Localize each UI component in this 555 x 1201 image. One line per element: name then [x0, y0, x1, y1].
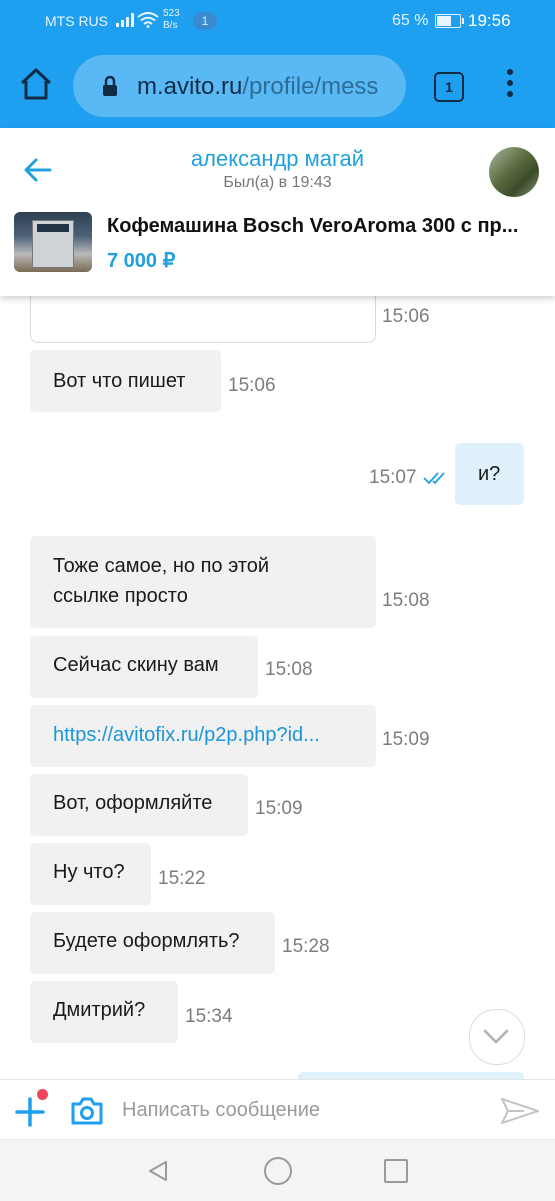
double-check-icon [423, 472, 445, 485]
message-time: 15:06 [382, 306, 430, 327]
browser-toolbar: m.avito.ru/profile/mess 1 [0, 42, 555, 128]
plus-icon[interactable] [14, 1096, 46, 1128]
message-bubble: Дмитрий? [30, 981, 178, 1043]
carrier-label: MTS RUS [45, 13, 108, 29]
notification-badge: 1 [193, 12, 217, 30]
battery-percent: 65 % [392, 12, 429, 29]
message-bubble: Вот, оформляйте [30, 774, 248, 836]
tabs-button[interactable]: 1 [434, 72, 464, 102]
signal-icon [116, 13, 134, 27]
message-input[interactable] [122, 1094, 482, 1126]
message-bubble-outgoing: и? [455, 443, 524, 505]
system-navigation-bar [0, 1139, 555, 1201]
message-bubble: Тоже самое, но по этой ссылке просто [30, 536, 376, 628]
nav-home-icon[interactable] [264, 1157, 292, 1185]
message-bubble: Сейчас скину вам [30, 636, 258, 698]
status-bar: MTS RUS 523 B/s 1 65 % 19:56 [0, 0, 555, 42]
message-text-line: Тоже самое, но по этой [53, 555, 270, 577]
message-time: 15:06 [228, 375, 276, 396]
message-text: Вот, оформляйте [53, 792, 213, 814]
message-bubble [30, 296, 376, 343]
send-icon[interactable] [500, 1096, 540, 1126]
contact-name[interactable]: александр магай [0, 146, 555, 172]
message-bubble: Ну что? [30, 843, 151, 905]
more-vertical-icon[interactable] [500, 69, 520, 103]
battery-icon [435, 14, 464, 28]
message-list[interactable]: 15:06 Вот что пишет 15:06 15:07 и? Тоже … [0, 296, 555, 1079]
message-time: 15:28 [282, 936, 330, 957]
nav-recents-icon[interactable] [384, 1159, 408, 1183]
wifi-icon [137, 12, 159, 28]
message-time: 15:34 [185, 1006, 233, 1027]
nav-back-icon[interactable] [146, 1159, 170, 1183]
product-price: 7 000 ₽ [107, 250, 176, 272]
message-bubble: Будете оформлять? [30, 912, 275, 974]
product-title[interactable]: Кофемашина Bosch VeroAroma 300 с пр... [107, 215, 537, 238]
url-text: m.avito.ru/profile/mess [137, 73, 379, 100]
address-bar[interactable]: m.avito.ru/profile/mess [73, 55, 406, 117]
message-bubble: https://avitofix.ru/p2p.php?id... [30, 705, 376, 767]
message-time: 15:07 [369, 467, 417, 488]
message-composer [0, 1079, 555, 1140]
clock: 19:56 [468, 11, 511, 30]
message-text: Вот что пишет [53, 370, 186, 392]
net-speed: 523 B/s [163, 8, 180, 31]
message-time: 15:08 [265, 659, 313, 680]
message-time: 15:08 [382, 590, 430, 611]
attachment-badge [37, 1089, 48, 1100]
message-bubble-outgoing [298, 1072, 524, 1079]
avatar[interactable] [489, 147, 539, 197]
camera-icon[interactable] [70, 1096, 104, 1126]
message-time: 15:22 [158, 868, 206, 889]
lock-icon [103, 75, 117, 96]
message-time: 15:09 [382, 729, 430, 750]
message-link[interactable]: https://avitofix.ru/p2p.php?id... [53, 720, 320, 750]
chevron-down-icon [483, 1029, 509, 1044]
message-text: Сейчас скину вам [53, 654, 219, 676]
scroll-down-button[interactable] [469, 1009, 525, 1065]
message-text: и? [478, 463, 501, 485]
home-icon[interactable] [18, 66, 54, 102]
chat-header: александр магай Был(а) в 19:43 Кофемашин… [0, 128, 555, 296]
message-text: Ну что? [53, 861, 125, 883]
message-text-line: ссылке просто [53, 585, 188, 607]
message-bubble: Вот что пишет [30, 350, 221, 412]
message-text: Дмитрий? [53, 999, 146, 1021]
message-text: Будете оформлять? [53, 930, 240, 952]
message-time: 15:09 [255, 798, 303, 819]
product-thumbnail[interactable] [14, 212, 92, 272]
contact-last-seen: Был(а) в 19:43 [223, 174, 332, 191]
